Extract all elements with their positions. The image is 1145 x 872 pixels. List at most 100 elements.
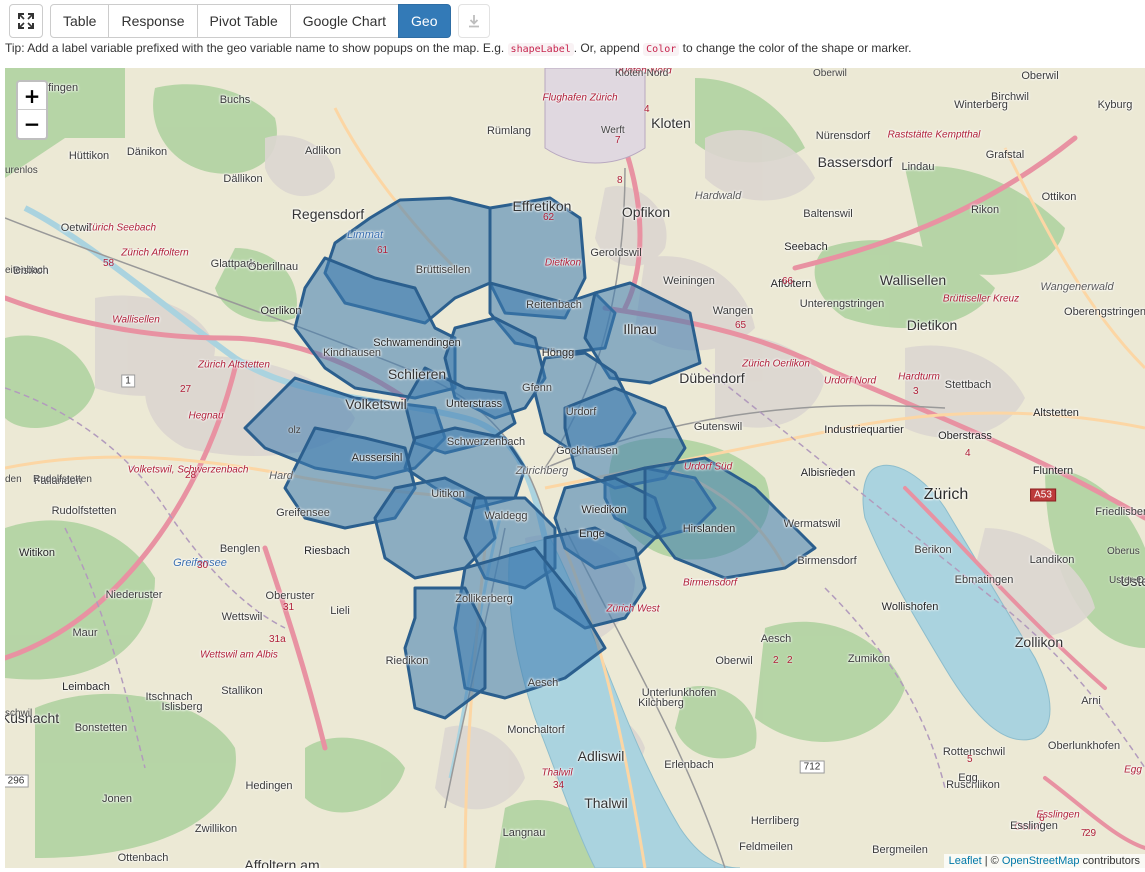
exit-number: 31 [283,602,295,613]
zoom-out-button[interactable]: − [18,110,46,138]
place-label: Arni [1081,695,1101,707]
exit-number: 61 [377,245,389,256]
place-label: Schwamendingen [373,337,461,349]
place-label: Birmensdorf [683,577,737,589]
place-label: Uitikon [431,488,465,500]
tab-google-chart[interactable]: Google Chart [289,4,400,38]
exit-number: 29 [1085,828,1097,839]
place-label: Schwerzenbach [446,436,526,448]
place-label: Dietikon [544,257,582,269]
place-label: Seebach [784,241,828,253]
place-label: Egg [1124,764,1142,776]
place-label: Leimbach [62,681,110,693]
road-shield: A53 [1030,488,1056,502]
place-label: Waldegg [484,510,528,522]
geo-tip: Tip: Add a label variable prefixed with … [5,41,911,56]
place-label: Raststätte Kemptthal [887,129,981,141]
attribution-separator: | © [981,855,1002,867]
place-label: Jonen [102,793,132,805]
place-label: Zürich Altstetten [198,359,270,371]
place-label: Hardwald [694,190,742,202]
exit-number: 31a [269,634,286,645]
road-shield: 712 [799,760,825,774]
edge-label: Oberus [1107,546,1140,557]
place-label: Gfenn [522,382,552,394]
place-label: Birmensdorf [797,555,857,567]
place-label: Rümlang [486,125,532,137]
tip-code-color: Color [643,43,680,56]
place-label: Wettswil [221,611,263,623]
edge-label: Kloten-Nord [615,68,669,79]
osm-link[interactable]: OpenStreetMap [1002,855,1080,867]
place-label: Grafstal [985,149,1025,161]
place-label: Hardturm [898,371,940,383]
place-label: Schlieren [387,366,447,382]
tip-text-a: Tip: Add a label variable prefixed with … [5,41,505,55]
road-shield: 296 [5,774,29,788]
place-label: Egg [958,772,978,784]
geo-map[interactable]: Otelfingen Buchs Oberwil Winterberg Kyburg Bi… [5,68,1145,868]
exit-number: 28 [185,470,197,481]
place-label: Dietikon [906,317,958,333]
map-attribution: Leaflet | © OpenStreetMap contributors [943,854,1145,868]
place-label: Wollishofen [881,601,939,613]
place-label: Wangenerwald [1040,281,1114,293]
tab-response[interactable]: Response [108,4,198,38]
place-label: Brüttiseller Kreuz [942,293,1020,305]
place-label: Esslingen [1010,820,1058,832]
place-label: Gutenswil [693,421,743,433]
place-label: Landikon [1029,554,1075,566]
place-label: Greifensee [276,507,330,519]
place-label: Adlikon [304,145,342,157]
place-label: Riedikon [385,655,429,667]
place-label: Ottenbach [117,852,169,864]
edge-label: schwil [5,708,33,719]
place-label: Oberwil [715,655,753,667]
exit-number: 66 [782,276,794,287]
place-label: Rikon [970,204,1000,216]
place-label: Zollikerberg [455,593,513,605]
edge-label: Werft [601,125,625,136]
view-tabs: Table Response Pivot Table Google Chart … [50,4,451,38]
place-label: Lindau [901,161,935,173]
place-label: Rudolfstetten [51,505,117,517]
place-label: Kindhausen [322,347,382,359]
place-label: Zumikon [847,653,891,665]
place-label: Langnau [502,827,546,839]
zoom-in-button[interactable]: + [18,82,46,110]
place-label: Bergmeilen [872,844,928,856]
tab-table[interactable]: Table [50,4,110,38]
expand-icon [18,13,34,29]
place-label: Oberuster [265,590,315,602]
place-label: Zürichberg [515,465,569,477]
place-label: Aesch [760,633,792,645]
place-label: Hirslanden [682,523,736,535]
place-label: Fluntern [1032,465,1074,477]
exit-number: 3 [913,386,919,397]
place-label: Albisrieden [800,467,856,479]
place-label: Stallikon [221,685,263,697]
place-label: Oetwil [60,222,92,234]
place-label: Nürensdorf [815,130,871,142]
exit-number: 4 [965,448,971,459]
place-label: Reitenbach [526,299,582,311]
tab-geo[interactable]: Geo [398,4,451,38]
leaflet-link[interactable]: Leaflet [949,855,982,867]
place-label: Wiedikon [581,504,627,516]
place-label: Oberillnau [247,261,299,273]
place-label: Oberwil [1021,70,1059,82]
tip-code-shapelabel: shapeLabel [507,43,574,56]
edge-label: Oberwil [813,68,847,79]
place-label: Dübendorf [679,370,745,386]
fullscreen-button[interactable] [9,4,43,38]
place-label: Aesch [527,677,559,689]
edge-label: urenlos [5,165,38,176]
place-label: Urdorf Süd [683,461,733,473]
download-button[interactable] [457,4,490,38]
place-label: Wangen [712,305,754,317]
exit-number: 27 [180,384,192,395]
edge-label: den [5,474,22,485]
place-label: Benglen [219,543,261,555]
place-label: Weiningen [663,275,715,287]
tab-pivot-table[interactable]: Pivot Table [196,4,291,38]
